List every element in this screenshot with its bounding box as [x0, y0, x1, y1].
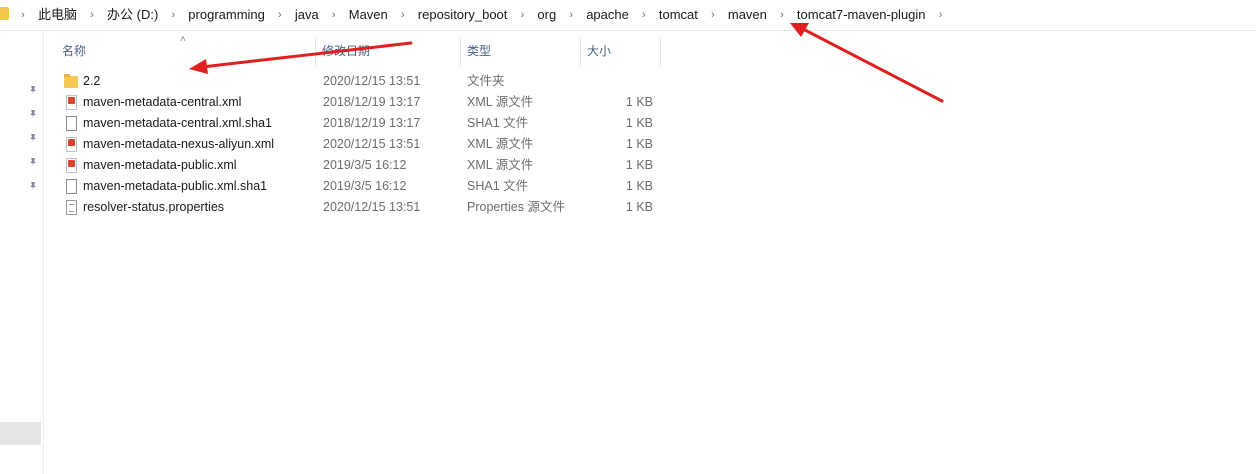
- file-type: SHA1 文件: [467, 116, 529, 130]
- file-row[interactable]: maven-metadata-public.xml 2019/3/5 16:12…: [44, 155, 664, 176]
- chevron-right-icon[interactable]: ›: [394, 9, 412, 21]
- file-modified: 2019/3/5 16:12: [323, 179, 407, 193]
- file-size: 1 KB: [625, 95, 653, 109]
- xml-file-icon: [66, 137, 77, 152]
- file-row[interactable]: maven-metadata-central.xml.sha1 2018/12/…: [44, 113, 664, 134]
- xml-file-icon: [66, 158, 77, 173]
- xml-file-icon: [66, 95, 77, 110]
- breadcrumb: › 此电脑 › 办公 (D:) › programming › java › M…: [14, 0, 950, 30]
- column-header-type[interactable]: 类型: [461, 38, 581, 66]
- file-name: resolver-status.properties: [83, 200, 225, 214]
- file-name: maven-metadata-nexus-aliyun.xml: [83, 137, 275, 151]
- file-type: XML 源文件: [467, 137, 534, 151]
- chevron-right-icon[interactable]: ›: [932, 9, 950, 21]
- file-type: Properties 源文件: [467, 200, 565, 214]
- breadcrumb-item-programming[interactable]: programming: [182, 4, 271, 26]
- breadcrumb-item-maven-lower[interactable]: maven: [722, 4, 773, 26]
- file-modified: 2018/12/19 13:17: [323, 95, 421, 109]
- file-row[interactable]: maven-metadata-nexus-aliyun.xml 2020/12/…: [44, 134, 664, 155]
- chevron-right-icon[interactable]: ›: [562, 9, 580, 21]
- folder-icon: [64, 74, 78, 88]
- properties-file-icon: [66, 200, 77, 215]
- file-modified: 2020/12/15 13:51: [323, 74, 421, 88]
- chevron-right-icon[interactable]: ›: [704, 9, 722, 21]
- file-icon: [66, 179, 77, 194]
- breadcrumb-item-this-pc[interactable]: 此电脑: [32, 4, 83, 26]
- pin-icon[interactable]: [28, 109, 38, 119]
- nav-selected-item[interactable]: [0, 422, 41, 445]
- breadcrumb-item-drive[interactable]: 办公 (D:): [101, 4, 164, 26]
- folder-icon: [0, 7, 9, 20]
- chevron-right-icon[interactable]: ›: [325, 9, 343, 21]
- column-header-size[interactable]: 大小: [581, 38, 661, 66]
- file-modified: 2020/12/15 13:51: [323, 137, 421, 151]
- file-type: SHA1 文件: [467, 179, 529, 193]
- file-name: maven-metadata-public.xml: [83, 158, 237, 172]
- file-row[interactable]: 2.2 2020/12/15 13:51 文件夹: [44, 71, 664, 92]
- breadcrumb-item-tomcat7-maven-plugin[interactable]: tomcat7-maven-plugin: [791, 4, 932, 26]
- file-modified: 2019/3/5 16:12: [323, 158, 407, 172]
- breadcrumb-item-apache[interactable]: apache: [580, 4, 635, 26]
- file-type: XML 源文件: [467, 158, 534, 172]
- file-row[interactable]: maven-metadata-central.xml 2018/12/19 13…: [44, 92, 664, 113]
- chevron-right-icon[interactable]: ›: [271, 9, 289, 21]
- file-size: 1 KB: [625, 200, 653, 214]
- file-row[interactable]: resolver-status.properties 2020/12/15 13…: [44, 197, 664, 218]
- file-row[interactable]: maven-metadata-public.xml.sha1 2019/3/5 …: [44, 176, 664, 197]
- column-header-modified[interactable]: 修改日期: [316, 38, 461, 66]
- file-size: 1 KB: [625, 158, 653, 172]
- column-header-name[interactable]: 名称: [56, 38, 316, 66]
- breadcrumb-item-tomcat[interactable]: tomcat: [653, 4, 704, 26]
- file-name: maven-metadata-public.xml.sha1: [83, 179, 268, 193]
- file-type: 文件夹: [467, 74, 505, 88]
- breadcrumb-item-repository-boot[interactable]: repository_boot: [412, 4, 514, 26]
- chevron-right-icon[interactable]: ›: [773, 9, 791, 21]
- pin-icon[interactable]: [28, 133, 38, 143]
- chevron-right-icon[interactable]: ›: [513, 9, 531, 21]
- file-type: XML 源文件: [467, 95, 534, 109]
- breadcrumb-item-maven[interactable]: Maven: [343, 4, 394, 26]
- file-modified: 2020/12/15 13:51: [323, 200, 421, 214]
- chevron-right-icon[interactable]: ›: [635, 9, 653, 21]
- file-size: 1 KB: [625, 179, 653, 193]
- chevron-right-icon[interactable]: ›: [83, 9, 101, 21]
- file-name: 2.2: [83, 74, 101, 88]
- address-bar[interactable]: › 此电脑 › 办公 (D:) › programming › java › M…: [0, 0, 1256, 31]
- pin-icon[interactable]: [28, 181, 38, 191]
- annotation-arrow: [790, 23, 944, 103]
- file-icon: [66, 116, 77, 131]
- file-size: 1 KB: [625, 116, 653, 130]
- navigation-pane: [0, 31, 44, 474]
- pin-icon[interactable]: [28, 85, 38, 95]
- chevron-right-icon[interactable]: ›: [14, 9, 32, 21]
- file-name: maven-metadata-central.xml: [83, 95, 242, 109]
- file-name: maven-metadata-central.xml.sha1: [83, 116, 272, 130]
- pin-icon[interactable]: [28, 157, 38, 167]
- breadcrumb-item-java[interactable]: java: [289, 4, 325, 26]
- breadcrumb-item-org[interactable]: org: [531, 4, 562, 26]
- file-modified: 2018/12/19 13:17: [323, 116, 421, 130]
- chevron-right-icon[interactable]: ›: [164, 9, 182, 21]
- file-size: 1 KB: [625, 137, 653, 151]
